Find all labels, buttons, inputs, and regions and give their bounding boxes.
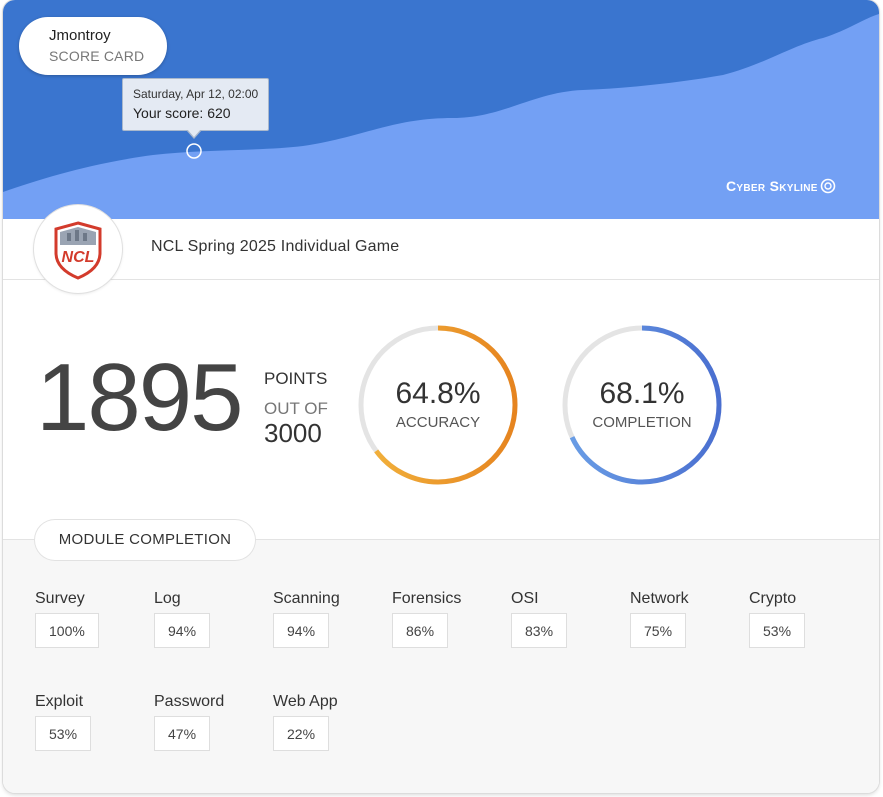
score-tooltip: Saturday, Apr 12, 02:00 Your score: 620 <box>122 78 269 131</box>
ncl-logo-text: NCL <box>62 249 95 266</box>
user-pill: Jmontroy SCORE CARD <box>19 17 167 75</box>
cyber-skyline-brand: Cyber Skyline <box>726 176 836 196</box>
points-label: POINTS <box>264 369 328 388</box>
module-name: OSI <box>511 590 539 607</box>
module-name: Exploit <box>35 693 84 710</box>
total-points: 3000 <box>264 418 322 448</box>
module-name: Forensics <box>392 590 462 607</box>
module-name: Log <box>154 590 181 607</box>
score-card-label: SCORE CARD <box>49 48 145 64</box>
ncl-badge: NCL <box>34 205 122 293</box>
brand-name: Cyber Skyline <box>726 178 818 194</box>
module-item: Forensics 86% <box>392 590 462 648</box>
completion-ring: 68.1% COMPLETION <box>560 323 724 487</box>
module-item: OSI 83% <box>511 590 568 648</box>
module-name: Web App <box>273 693 338 710</box>
module-percent: 94% <box>273 613 330 648</box>
accuracy-value: 64.8% <box>395 377 481 410</box>
module-name: Scanning <box>273 590 340 607</box>
module-percent: 22% <box>273 716 330 751</box>
accuracy-ring: 64.8% ACCURACY <box>356 323 520 487</box>
module-item: Scanning 94% <box>273 590 340 648</box>
skyline-logo-icon <box>820 178 836 194</box>
username: Jmontroy <box>49 27 111 44</box>
module-item: Network 75% <box>630 590 689 648</box>
ncl-shield-icon: NCL <box>54 221 102 280</box>
module-percent: 47% <box>154 716 211 751</box>
game-header-row <box>3 219 879 280</box>
module-name: Crypto <box>749 590 797 607</box>
module-item: Web App 22% <box>273 693 338 751</box>
points-score: 1895 <box>36 344 244 451</box>
tooltip-arrow-inner <box>187 129 201 137</box>
tooltip-date: Saturday, Apr 12, 02:00 <box>133 87 259 101</box>
tooltip-score: Your score: 620 <box>133 105 231 121</box>
completion-value: 68.1% <box>599 377 685 410</box>
module-item: Exploit 53% <box>35 693 92 751</box>
completion-label: COMPLETION <box>592 414 692 431</box>
out-of-label: OUT OF <box>264 399 328 418</box>
module-item: Survey 100% <box>35 590 99 648</box>
module-percent: 100% <box>35 613 99 648</box>
module-percent: 53% <box>35 716 92 751</box>
score-card: Jmontroy SCORE CARD Saturday, Apr 12, 02… <box>3 0 879 793</box>
game-title: NCL Spring 2025 Individual Game <box>151 238 400 255</box>
module-completion-section <box>3 539 879 793</box>
module-percent: 83% <box>511 613 568 648</box>
module-name: Password <box>154 693 225 710</box>
module-percent: 94% <box>154 613 211 648</box>
module-percent: 53% <box>749 613 806 648</box>
module-item: Log 94% <box>154 590 211 648</box>
module-percent: 86% <box>392 613 449 648</box>
accuracy-label: ACCURACY <box>395 414 481 431</box>
module-percent: 75% <box>630 613 687 648</box>
module-item: Password 47% <box>154 693 225 751</box>
module-name: Network <box>630 590 689 607</box>
module-completion-title: MODULE COMPLETION <box>35 520 255 560</box>
module-name: Survey <box>35 590 85 607</box>
module-item: Crypto 53% <box>749 590 806 648</box>
